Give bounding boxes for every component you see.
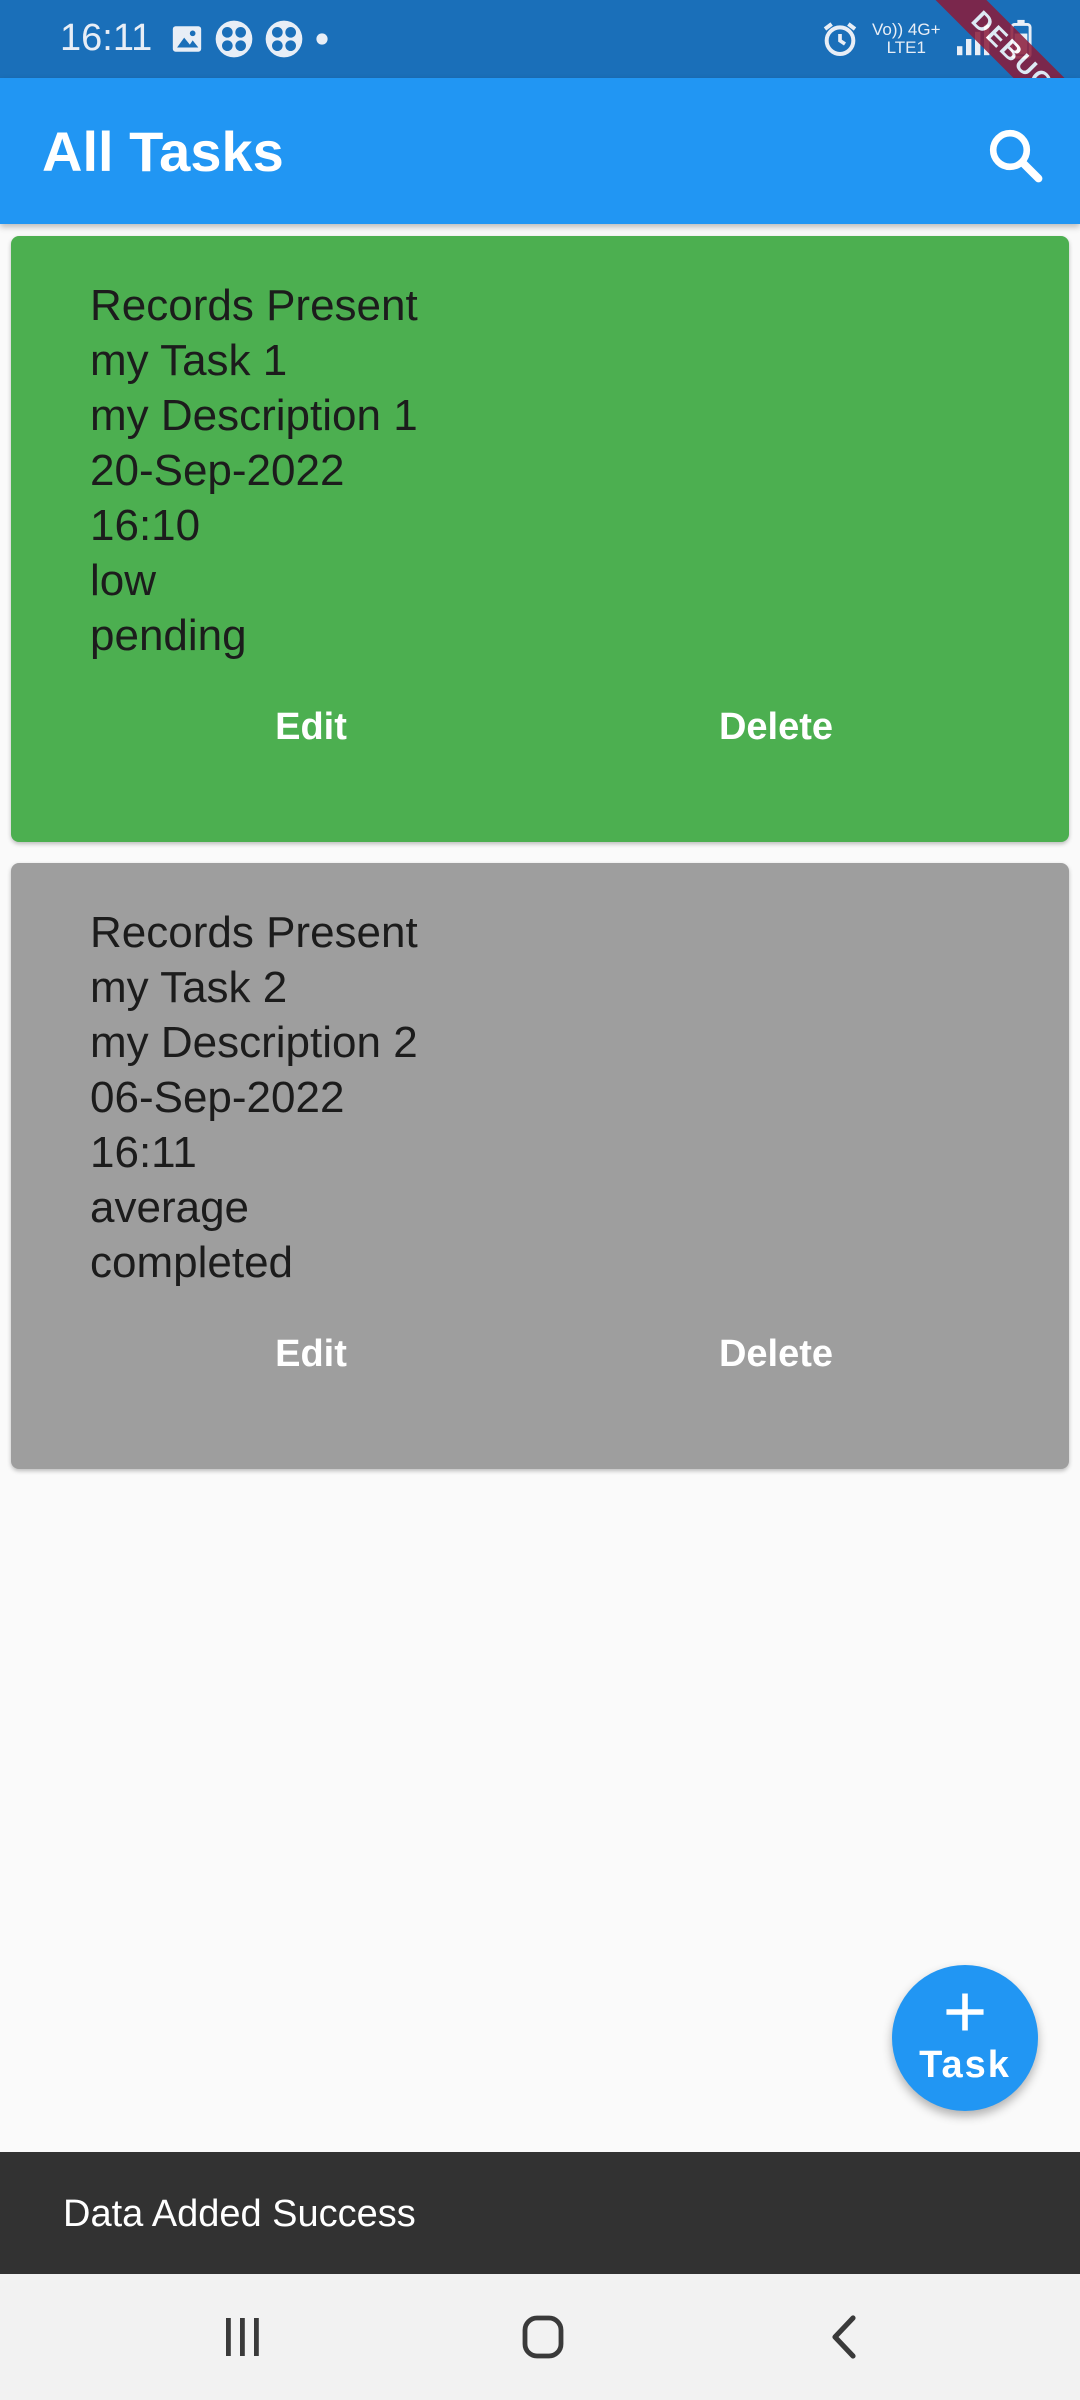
snackbar: Data Added Success: [0, 2152, 1080, 2274]
task-title: my Task 1: [90, 336, 288, 385]
app-bar: All Tasks: [0, 78, 1080, 224]
page-title: All Tasks: [42, 120, 284, 183]
back-icon: [832, 2315, 856, 2359]
task-priority: average: [90, 1183, 250, 1232]
search-icon: [989, 129, 1043, 183]
task-description: my Description 1: [90, 391, 418, 440]
task-date: 06-Sep-2022: [90, 1073, 345, 1122]
delete-button[interactable]: Delete: [661, 692, 891, 762]
home-button[interactable]: [513, 2312, 573, 2362]
status-bar: 16:11 Vo)) 4G+ LTE1 DEBUG: [0, 0, 1080, 154]
recents-button[interactable]: [212, 2312, 272, 2362]
network-label: Vo)) 4G+ LTE1: [872, 21, 941, 57]
status-time: 16:11: [60, 17, 153, 59]
task-card: Records Present my Task 2 my Description…: [11, 863, 1069, 1469]
network-line-2: LTE1: [886, 38, 926, 57]
pinwheel-icon: [265, 20, 303, 58]
alarm-icon: [823, 22, 857, 57]
task-card: Records Present my Task 1 my Description…: [11, 236, 1069, 842]
snackbar-message: Data Added Success: [63, 2193, 416, 2235]
system-nav-bar: [0, 2274, 1080, 2400]
task-description: my Description 2: [90, 1018, 418, 1067]
task-status-header: Records Present: [90, 281, 418, 330]
task-status-header: Records Present: [90, 908, 418, 957]
back-button[interactable]: [815, 2312, 875, 2362]
network-line-1: Vo)) 4G+: [872, 20, 941, 39]
task-priority: low: [90, 556, 157, 605]
task-time: 16:10: [90, 501, 201, 550]
add-task-label: Task: [919, 2044, 1011, 2086]
task-title: my Task 2: [90, 963, 288, 1012]
dot-icon: [316, 33, 328, 45]
pinwheel-icon: [215, 20, 253, 58]
delete-button[interactable]: Delete: [661, 1319, 891, 1389]
task-status: completed: [90, 1238, 294, 1287]
notification-icons: [170, 18, 330, 60]
search-button[interactable]: [980, 120, 1052, 192]
task-date: 20-Sep-2022: [90, 446, 345, 495]
add-task-button[interactable]: Task: [892, 1965, 1038, 2111]
home-icon: [522, 2315, 564, 2359]
task-details: Records Present my Task 2 my Description…: [90, 905, 418, 1290]
recents-icon: [226, 2318, 259, 2356]
task-status: pending: [90, 611, 247, 660]
task-details: Records Present my Task 1 my Description…: [90, 278, 418, 663]
image-icon: [172, 26, 202, 52]
task-time: 16:11: [90, 1128, 197, 1177]
plus-icon: [946, 1993, 984, 2031]
edit-button[interactable]: Edit: [211, 692, 411, 762]
edit-button[interactable]: Edit: [211, 1319, 411, 1389]
